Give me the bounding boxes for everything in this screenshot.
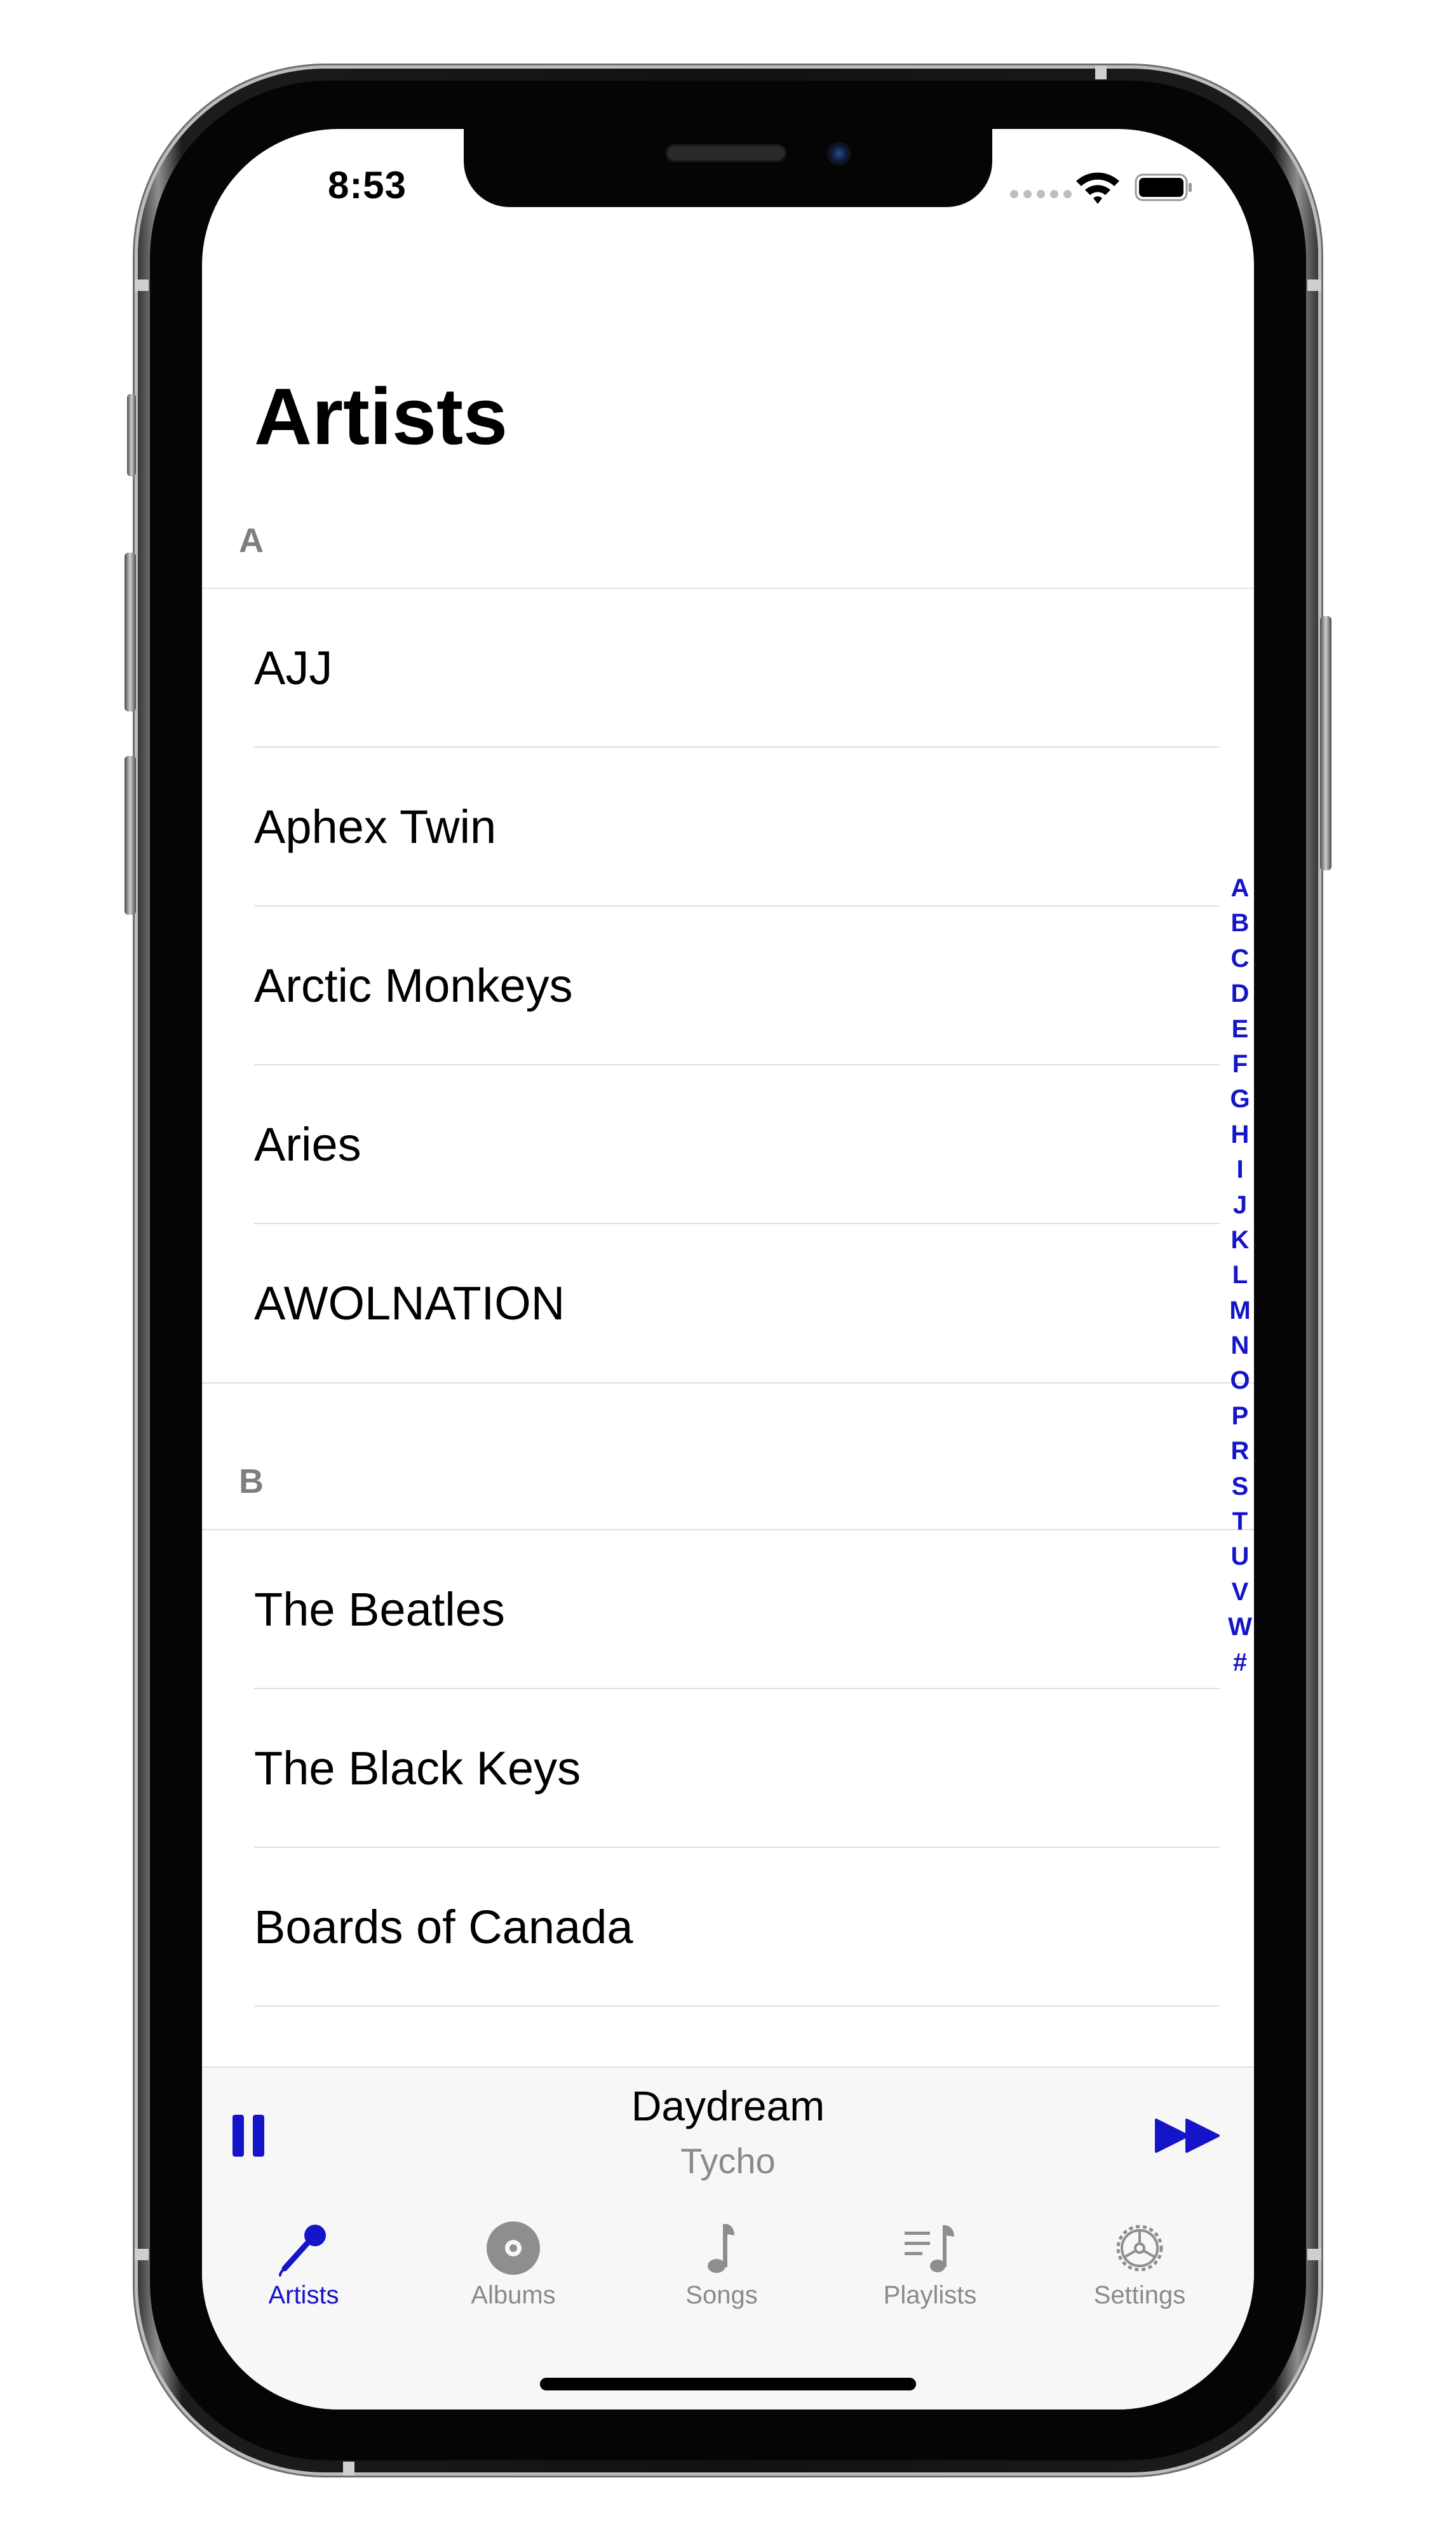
artist-name: AWOLNATION <box>254 1277 565 1330</box>
now-playing-artist: Tycho <box>680 2141 776 2181</box>
index-letter-g[interactable]: G <box>1226 1082 1254 1117</box>
index-letter-r[interactable]: R <box>1226 1434 1254 1469</box>
microphone-icon <box>279 2225 326 2277</box>
artist-name: Aphex Twin <box>254 800 497 853</box>
volume-up-button <box>125 553 136 711</box>
home-indicator[interactable] <box>540 2378 916 2390</box>
tab-label: Albums <box>471 2281 556 2309</box>
section-header-b: B <box>239 1462 264 1500</box>
tab-settings[interactable]: Settings <box>1044 2202 1235 2329</box>
index-letter-f[interactable]: F <box>1226 1047 1254 1082</box>
index-letter-n[interactable]: N <box>1226 1328 1254 1363</box>
index-letter-j[interactable]: J <box>1226 1188 1254 1223</box>
disc-icon <box>487 2221 540 2275</box>
silent-switch <box>127 394 136 476</box>
antenna-band <box>135 2249 149 2260</box>
list-item[interactable]: Aphex Twin <box>202 748 1254 907</box>
index-letter-k[interactable]: K <box>1226 1223 1254 1258</box>
tab-artists[interactable]: Artists <box>208 2202 399 2329</box>
earpiece-speaker <box>666 144 786 162</box>
tab-playlists[interactable]: Playlists <box>835 2202 1025 2329</box>
music-note-icon <box>708 2224 734 2273</box>
section-index[interactable]: A B C D E F G H I J K L M N O P R S T U … <box>1226 871 1254 1680</box>
power-button <box>1320 616 1331 870</box>
antenna-band <box>343 2462 354 2476</box>
gear-icon <box>1116 2225 1163 2272</box>
antenna-band <box>1095 65 1107 79</box>
index-letter-b[interactable]: B <box>1226 906 1254 941</box>
index-letter-d[interactable]: D <box>1226 976 1254 1011</box>
battery-icon <box>1135 173 1192 201</box>
artist-name: The Black Keys <box>254 1742 581 1795</box>
index-letter-l[interactable]: L <box>1226 1258 1254 1293</box>
mini-player[interactable]: Daydream Tycho <box>202 2066 1254 2204</box>
page-title: Artists <box>254 372 508 461</box>
section-header-a: A <box>239 522 264 560</box>
index-letter-h[interactable]: H <box>1226 1117 1254 1152</box>
list-item[interactable]: The Beatles <box>202 1530 1254 1689</box>
index-letter-a[interactable]: A <box>1226 871 1254 906</box>
artist-name: Aries <box>254 1118 361 1171</box>
row-separator <box>254 2005 1220 2007</box>
artist-name: Arctic Monkeys <box>254 959 573 1012</box>
antenna-band <box>135 280 149 291</box>
volume-down-button <box>125 756 136 915</box>
fast-forward-icon[interactable] <box>1155 2117 1221 2154</box>
tab-songs[interactable]: Songs <box>626 2202 817 2329</box>
artist-name: Boards of Canada <box>254 1901 633 1953</box>
artist-name: AJJ <box>254 642 333 694</box>
screen: 8:53 Artists A AJJ Aphex Twin Arctic Mon… <box>202 129 1254 2410</box>
tab-label: Playlists <box>883 2281 977 2309</box>
index-letter-hash[interactable]: # <box>1226 1645 1254 1680</box>
index-letter-w[interactable]: W <box>1226 1610 1254 1645</box>
index-letter-i[interactable]: I <box>1226 1152 1254 1187</box>
tab-label: Artists <box>268 2281 339 2309</box>
now-playing-title: Daydream <box>631 2082 825 2129</box>
tab-label: Songs <box>685 2281 758 2309</box>
index-letter-m[interactable]: M <box>1226 1293 1254 1328</box>
index-letter-p[interactable]: P <box>1226 1399 1254 1434</box>
list-item[interactable]: AJJ <box>202 589 1254 748</box>
status-time: 8:53 <box>327 164 407 206</box>
playlist-icon <box>905 2225 954 2272</box>
index-letter-u[interactable]: U <box>1226 1539 1254 1574</box>
artist-name: The Beatles <box>254 1583 505 1636</box>
index-letter-o[interactable]: O <box>1226 1363 1254 1398</box>
tab-label: Settings <box>1093 2281 1186 2309</box>
wifi-icon <box>1076 172 1119 204</box>
tab-albums[interactable]: Albums <box>418 2202 609 2329</box>
antenna-band <box>1307 280 1321 291</box>
list-item[interactable]: Boards of Canada <box>202 1848 1254 2007</box>
index-letter-e[interactable]: E <box>1226 1012 1254 1047</box>
index-letter-s[interactable]: S <box>1226 1469 1254 1504</box>
list-item[interactable]: AWOLNATION <box>202 1224 1254 1383</box>
cellular-signal-icon <box>1010 190 1072 198</box>
index-letter-t[interactable]: T <box>1226 1504 1254 1539</box>
pause-button[interactable] <box>233 2115 266 2157</box>
notch <box>464 129 992 207</box>
index-letter-c[interactable]: C <box>1226 941 1254 976</box>
antenna-band <box>1307 2249 1321 2260</box>
section-divider <box>202 1382 1254 1384</box>
list-item[interactable]: Arctic Monkeys <box>202 907 1254 1065</box>
list-item[interactable]: The Black Keys <box>202 1689 1254 1848</box>
index-letter-v[interactable]: V <box>1226 1575 1254 1610</box>
front-camera <box>827 142 851 166</box>
list-item[interactable]: Aries <box>202 1065 1254 1224</box>
